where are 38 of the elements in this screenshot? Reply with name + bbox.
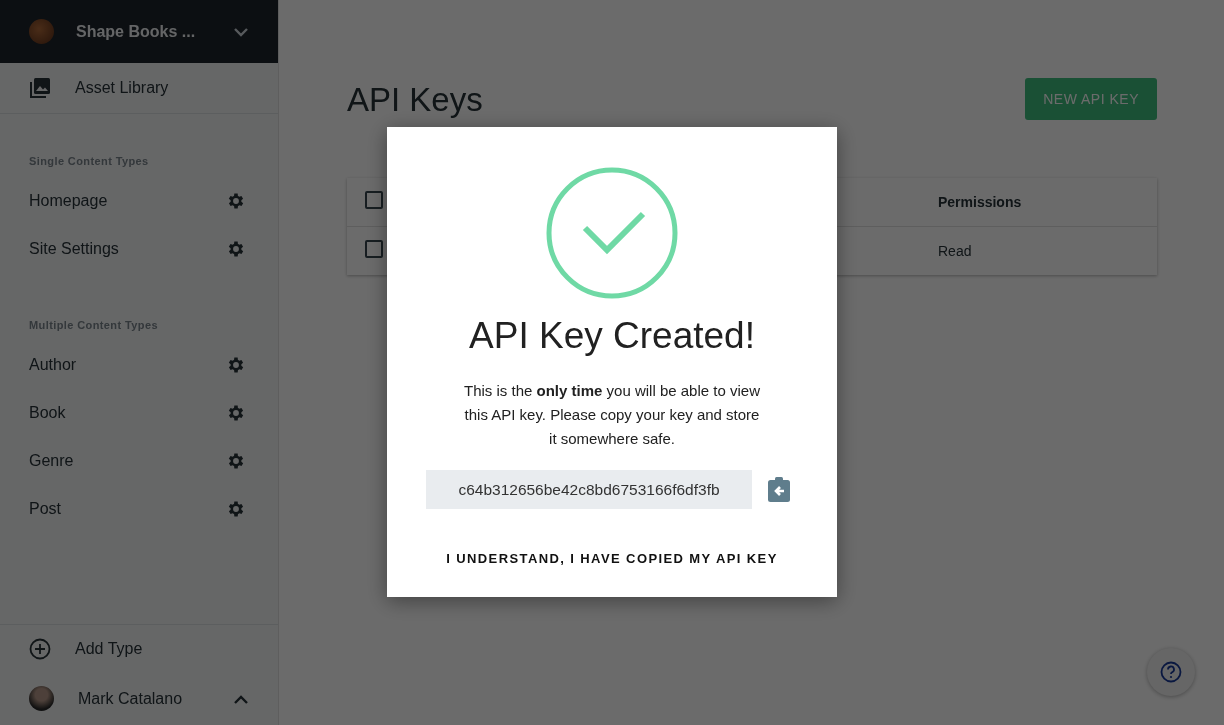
sidebar-item[interactable]: Author	[29, 356, 77, 374]
help-button[interactable]	[1147, 648, 1195, 696]
checkbox[interactable]	[365, 191, 383, 209]
org-name: Shape Books ...	[76, 22, 197, 41]
table-cell: Read	[938, 243, 972, 259]
settings-icon[interactable]	[226, 355, 246, 375]
api-key-field[interactable]: c64b312656be42c8bd6753166f6df3fb	[426, 470, 752, 509]
page-title: API Keys	[347, 81, 483, 119]
sidebar-item[interactable]: Homepage	[29, 192, 108, 210]
sidebar-item[interactable]: Genre	[29, 452, 74, 470]
sidebar-item[interactable]: Book	[29, 404, 66, 422]
user-name: Mark Catalano	[78, 689, 184, 708]
sidebar-item[interactable]: Asset Library	[75, 79, 169, 97]
add-circle-icon	[29, 637, 51, 660]
avatar	[29, 686, 54, 711]
org-header[interactable]: Shape Books ...	[0, 0, 278, 63]
image-icon	[29, 77, 51, 99]
settings-icon[interactable]	[226, 191, 246, 211]
checkbox[interactable]	[365, 240, 383, 258]
new-api-key-button[interactable]: NEW API KEY	[1025, 78, 1157, 120]
settings-icon[interactable]	[226, 239, 246, 259]
sidebar-item[interactable]: Post	[29, 500, 61, 518]
confirm-button[interactable]: I UNDERSTAND, I HAVE COPIED MY API KEY	[438, 545, 786, 572]
add-type-link[interactable]: Add Type	[75, 639, 143, 658]
settings-icon[interactable]	[226, 451, 246, 471]
chevron-down-icon[interactable]	[233, 26, 249, 37]
chevron-up-icon[interactable]	[233, 693, 249, 704]
user-menu[interactable]: Mark Catalano	[0, 672, 278, 725]
column-header: Permissions	[938, 194, 1022, 210]
clipboard-icon[interactable]	[767, 476, 791, 503]
check-circle-icon	[546, 167, 678, 299]
avatar	[29, 19, 54, 44]
settings-icon[interactable]	[226, 403, 246, 423]
dialog-message: This is the only time you will be able to view this API key. Please copy your key and store it somewhere safe.	[464, 381, 760, 449]
help-icon	[1160, 661, 1182, 683]
dialog-title: API Key Created!	[469, 315, 755, 357]
sidebar-item[interactable]: Site Settings	[29, 240, 119, 258]
settings-icon[interactable]	[226, 499, 246, 519]
